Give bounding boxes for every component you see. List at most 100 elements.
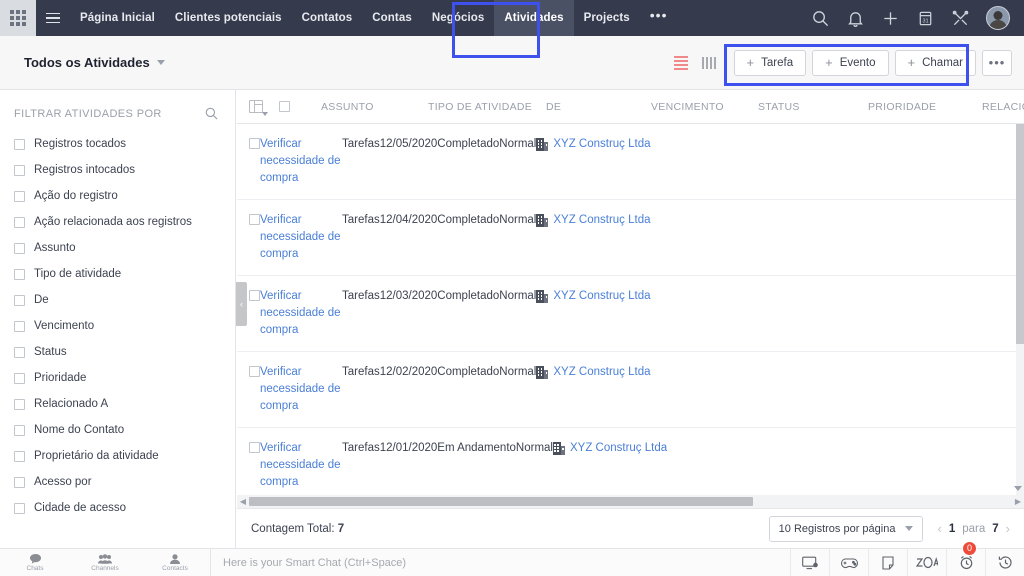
table-row[interactable]: Verificar necessidade de compra Tarefas 12… <box>237 428 1024 504</box>
row-checkbox[interactable] <box>249 366 260 377</box>
row-checkbox[interactable] <box>249 138 260 149</box>
filter-checkbox[interactable] <box>14 476 25 488</box>
cell-relacionado-text[interactable]: XYZ Construç Ltda <box>553 288 650 305</box>
chat-tab-channels[interactable]: Channels <box>70 549 140 576</box>
notes-icon[interactable] <box>868 548 907 576</box>
chat-tab-chats[interactable]: Chats <box>0 549 70 576</box>
nav-item-pagina-inicial[interactable]: Página Inicial <box>70 0 165 36</box>
column-header-status[interactable]: STATUS <box>758 101 868 113</box>
filter-item[interactable]: Status <box>14 339 235 365</box>
view-selector[interactable]: Todos os Atividades <box>24 55 165 70</box>
filter-item[interactable]: Assunto <box>14 235 235 261</box>
filter-item[interactable]: Acesso por <box>14 469 235 495</box>
list-view-icon[interactable] <box>673 55 688 70</box>
next-page-button[interactable]: › <box>1006 521 1010 536</box>
chat-tab-contacts[interactable]: Contacts <box>140 549 210 576</box>
nav-item-clientes-potenciais[interactable]: Clientes potenciais <box>165 0 292 36</box>
prev-page-button[interactable]: ‹ <box>937 521 941 536</box>
column-header-de[interactable]: DE <box>546 101 651 113</box>
filter-checkbox[interactable] <box>14 164 25 176</box>
apps-grid-icon[interactable] <box>0 0 36 36</box>
table-row[interactable]: Verificar necessidade de compra Tarefas 12… <box>237 276 1024 352</box>
cell-relacionado[interactable]: XYZ Construç Ltda <box>536 288 651 305</box>
filter-checkbox[interactable] <box>14 268 25 280</box>
nav-item-projects[interactable]: Projects <box>574 0 640 36</box>
nav-item-contatos[interactable]: Contatos <box>292 0 363 36</box>
cell-assunto[interactable]: Verificar necessidade de compra <box>260 364 342 415</box>
filter-item[interactable]: Cidade de acesso <box>14 495 235 521</box>
filter-item[interactable]: Registros intocados <box>14 157 235 183</box>
filter-checkbox[interactable] <box>14 216 25 228</box>
cell-relacionado-text[interactable]: XYZ Construç Ltda <box>553 136 650 153</box>
bell-icon[interactable] <box>846 9 865 28</box>
search-icon[interactable] <box>811 9 830 28</box>
row-checkbox[interactable] <box>249 290 260 301</box>
filter-checkbox[interactable] <box>14 320 25 332</box>
select-all-checkbox[interactable] <box>279 101 321 112</box>
cell-assunto[interactable]: Verificar necessidade de compra <box>260 212 342 263</box>
nav-item-contas[interactable]: Contas <box>362 0 422 36</box>
cell-relacionado[interactable]: XYZ Construç Ltda <box>552 440 667 457</box>
cell-relacionado-text[interactable]: XYZ Construç Ltda <box>553 212 650 229</box>
sidebar-collapse-handle[interactable]: ‹ <box>236 282 247 326</box>
filter-item[interactable]: Proprietário da atividade <box>14 443 235 469</box>
cell-assunto-text[interactable]: Verificar necessidade de compra <box>260 136 342 187</box>
filter-checkbox[interactable] <box>14 294 25 306</box>
column-settings-icon[interactable] <box>237 100 279 116</box>
nav-item-negocios[interactable]: Negócios <box>422 0 495 36</box>
add-evento-button[interactable]: + Evento <box>812 49 889 76</box>
cell-assunto[interactable]: Verificar necessidade de compra <box>260 288 342 339</box>
cell-assunto-text[interactable]: Verificar necessidade de compra <box>260 364 342 415</box>
filter-item[interactable]: Tipo de atividade <box>14 261 235 287</box>
cell-assunto-text[interactable]: Verificar necessidade de compra <box>260 212 342 263</box>
row-checkbox[interactable] <box>249 214 260 225</box>
filter-item[interactable]: Vencimento <box>14 313 235 339</box>
cell-relacionado[interactable]: XYZ Construç Ltda <box>536 212 651 229</box>
filter-checkbox[interactable] <box>14 398 25 410</box>
filter-item[interactable]: Ação do registro <box>14 183 235 209</box>
screen-share-icon[interactable] <box>790 548 829 576</box>
cell-relacionado[interactable]: XYZ Construç Ltda <box>536 136 651 153</box>
hamburger-icon[interactable] <box>36 0 70 36</box>
column-view-icon[interactable] <box>701 56 716 69</box>
table-vertical-scrollbar[interactable] <box>1016 124 1024 504</box>
vertical-scroll-thumb[interactable] <box>1016 124 1024 344</box>
column-header-assunto[interactable]: ASSUNTO <box>321 101 428 113</box>
game-controller-icon[interactable] <box>829 548 868 576</box>
table-row[interactable]: Verificar necessidade de compra Tarefas 12… <box>237 352 1024 428</box>
table-row[interactable]: Verificar necessidade de compra Tarefas 12… <box>237 124 1024 200</box>
alarm-clock-icon[interactable]: 0 <box>946 540 985 576</box>
add-tarefa-button[interactable]: + Tarefa <box>733 49 807 76</box>
filter-checkbox[interactable] <box>14 242 25 254</box>
scroll-down-caret-icon[interactable] <box>1014 486 1022 491</box>
filter-checkbox[interactable] <box>14 138 25 150</box>
column-header-tipo[interactable]: TIPO DE ATIVIDADE <box>428 101 546 113</box>
column-header-vencimento[interactable]: VENCIMENTO <box>651 101 758 113</box>
filter-item[interactable]: Ação relacionada aos registros <box>14 209 235 235</box>
filter-checkbox[interactable] <box>14 372 25 384</box>
nav-more-icon[interactable]: ••• <box>640 0 678 36</box>
calendar-icon[interactable]: 31 <box>916 9 935 28</box>
cell-relacionado[interactable]: XYZ Construç Ltda <box>536 364 651 381</box>
horizontal-scroll-thumb[interactable] <box>249 497 753 506</box>
filter-item[interactable]: De <box>14 287 235 313</box>
search-icon[interactable] <box>204 106 219 121</box>
per-page-select[interactable]: 10 Registros por página <box>768 515 924 542</box>
filter-item[interactable]: Nome do Contato <box>14 417 235 443</box>
zia-assistant-icon[interactable] <box>907 548 946 576</box>
cell-relacionado-text[interactable]: XYZ Construç Ltda <box>570 440 667 457</box>
scroll-left-arrow-icon[interactable]: ◀ <box>237 497 249 506</box>
hscroll-track[interactable] <box>249 497 1012 506</box>
filter-item[interactable]: Relacionado A <box>14 391 235 417</box>
filter-checkbox[interactable] <box>14 346 25 358</box>
cell-relacionado-text[interactable]: XYZ Construç Ltda <box>553 364 650 381</box>
plus-icon[interactable] <box>881 9 900 28</box>
table-row[interactable]: Verificar necessidade de compra Tarefas 12… <box>237 200 1024 276</box>
filter-checkbox[interactable] <box>14 424 25 436</box>
more-actions-icon[interactable]: ••• <box>982 49 1012 76</box>
cell-assunto-text[interactable]: Verificar necessidade de compra <box>260 288 342 339</box>
nav-item-atividades[interactable]: Atividades <box>494 0 574 36</box>
cell-assunto-text[interactable]: Verificar necessidade de compra <box>260 440 342 491</box>
filter-checkbox[interactable] <box>14 502 25 514</box>
smart-chat-input[interactable]: Here is your Smart Chat (Ctrl+Space) <box>210 548 790 576</box>
